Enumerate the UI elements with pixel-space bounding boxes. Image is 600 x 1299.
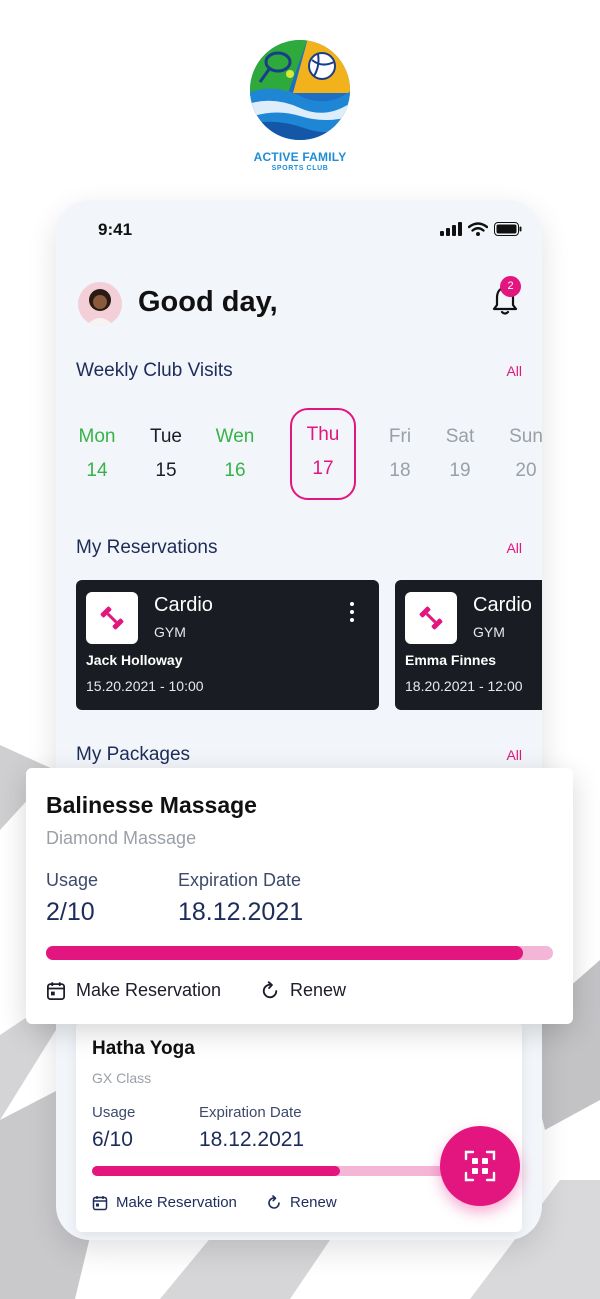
battery-icon [494, 222, 522, 236]
package-card[interactable]: Hatha Yoga GX Class Usage Expiration Dat… [76, 1022, 522, 1232]
usage-progress-bar [46, 946, 553, 960]
usage-value: 2/10 [46, 898, 95, 926]
expiration-value: 18.12.2021 [199, 1128, 305, 1151]
make-reservation-label: Make Reservation [76, 980, 222, 1000]
day-fri[interactable]: Fri 18 [367, 410, 433, 500]
day-name: Sat [445, 426, 475, 447]
phone-screen: 9:41 Good day, 2 Weekly Club Visits All … [56, 200, 542, 1240]
reservations-title: My Reservations [76, 537, 218, 558]
refresh-icon [262, 980, 278, 998]
weekly-visits-all-link[interactable]: All [506, 363, 522, 379]
expiration-label: Expiration Date [178, 870, 302, 890]
club-logo-name: ACTIVE FAMILY [253, 150, 347, 164]
avatar[interactable] [78, 282, 122, 326]
day-tue[interactable]: Tue 15 [133, 410, 199, 500]
reservation-datetime: 15.20.2021 - 10:00 [86, 678, 204, 694]
expiration-label: Expiration Date [199, 1104, 302, 1121]
usage-progress-fill [92, 1166, 341, 1176]
refresh-icon [268, 1194, 280, 1209]
usage-label: Usage [92, 1104, 136, 1121]
qr-scan-button[interactable] [440, 1126, 520, 1206]
day-date: 20 [515, 460, 537, 481]
day-name: Thu [306, 424, 340, 445]
usage-label: Usage [46, 870, 99, 890]
reservation-datetime: 18.20.2021 - 12:00 [405, 678, 523, 694]
reservation-trainer: Jack Holloway [86, 652, 183, 668]
wifi-icon [468, 222, 488, 236]
qr-scan-icon [464, 1150, 496, 1182]
day-name: Fri [388, 426, 412, 447]
day-date: 15 [155, 460, 177, 481]
more-options-icon[interactable] [349, 602, 355, 624]
club-logo-subtitle: SPORTS CLUB [271, 165, 329, 172]
package-subtitle: GX Class [92, 1070, 152, 1086]
renew-button[interactable]: Renew [260, 980, 346, 1001]
status-icons [440, 222, 522, 236]
day-date: 17 [312, 458, 334, 479]
status-time: 9:41 [98, 220, 133, 239]
package-title: Hatha Yoga [92, 1038, 195, 1059]
expiration-value: 18.12.2021 [178, 898, 304, 926]
notification-badge: 2 [500, 276, 521, 297]
weekly-visits-title: Weekly Club Visits [76, 360, 233, 381]
week-day-strip: Mon 14 Tue 15 Wen 16 Thu 17 Fri 18 Sat 1… [56, 408, 542, 500]
reservation-carousel: Cardio GYM Jack Holloway 15.20.2021 - 10… [76, 580, 542, 710]
reservation-type: GYM [473, 624, 505, 640]
reservation-type: GYM [154, 624, 186, 640]
usage-progress-fill [46, 946, 523, 960]
reservations-all-link[interactable]: All [506, 540, 522, 556]
avatar-image [78, 282, 122, 326]
packages-all-link[interactable]: All [506, 747, 522, 763]
day-name: Sun [509, 426, 542, 447]
reservation-title: Cardio [154, 594, 213, 616]
make-reservation-label: Make Reservation [116, 1194, 237, 1211]
make-reservation-button[interactable]: Make Reservation [92, 1194, 237, 1211]
day-wen[interactable]: Wen 16 [202, 410, 268, 500]
status-bar: 9:41 [56, 200, 542, 260]
day-name: Wen [215, 426, 255, 447]
dumbbell-icon [405, 592, 457, 644]
day-name: Tue [149, 426, 183, 447]
reservation-trainer: Emma Finnes [405, 652, 497, 668]
package-subtitle: Diamond Massage [46, 828, 197, 848]
package-title: Balinesse Massage [46, 792, 257, 818]
day-thu-selected[interactable]: Thu 17 [290, 408, 356, 500]
dumbbell-icon [86, 592, 138, 644]
renew-button[interactable]: Renew [266, 1194, 337, 1211]
calendar-icon [47, 981, 65, 1000]
calendar-icon [92, 1195, 108, 1210]
reservation-card[interactable]: Cardio GYM Jack Holloway 15.20.2021 - 10… [76, 580, 379, 710]
day-date: 16 [224, 460, 246, 481]
club-logo: ACTIVE FAMILY SPORTS CLUB [246, 38, 354, 172]
day-date: 19 [449, 460, 471, 481]
make-reservation-button[interactable]: Make Reservation [46, 980, 221, 1001]
day-name: Mon [78, 426, 116, 447]
club-logo-emblem [250, 40, 350, 140]
greeting-title: Good day, [138, 286, 278, 318]
renew-label: Renew [290, 1194, 337, 1211]
reservation-title: Cardio [473, 594, 532, 616]
usage-value: 6/10 [92, 1128, 133, 1151]
day-date: 14 [86, 460, 108, 481]
day-date: 18 [389, 460, 411, 481]
day-sat[interactable]: Sat 19 [427, 410, 493, 500]
renew-label: Renew [290, 980, 347, 1000]
signal-icon [440, 222, 462, 236]
reservation-card[interactable]: Cardio GYM Emma Finnes 18.20.2021 - 12:0… [395, 580, 542, 710]
day-mon[interactable]: Mon 14 [64, 410, 130, 500]
day-sun[interactable]: Sun 20 [493, 410, 542, 500]
featured-package-card[interactable]: Balinesse Massage Diamond Massage Usage … [26, 768, 573, 1024]
packages-title: My Packages [76, 744, 191, 765]
